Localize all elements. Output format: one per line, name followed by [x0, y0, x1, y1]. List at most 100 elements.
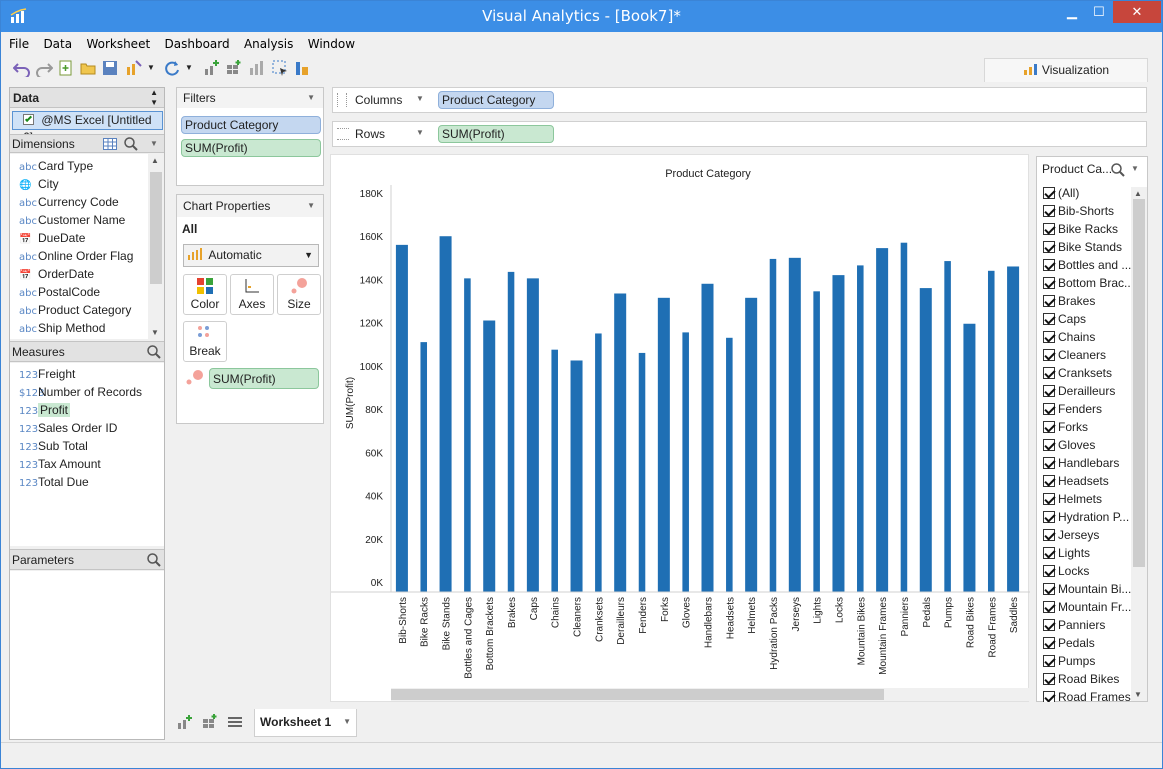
chevron-down-icon[interactable]: ▼	[1134, 690, 1142, 699]
checkbox-icon[interactable]	[1043, 385, 1055, 397]
bar[interactable]	[638, 352, 646, 592]
legend-item[interactable]: Forks	[1043, 418, 1088, 436]
legend-item[interactable]: Road Bikes	[1043, 670, 1119, 688]
bar[interactable]	[701, 283, 714, 592]
scroll-thumb[interactable]	[391, 689, 884, 700]
horizontal-scrollbar[interactable]	[391, 688, 1029, 701]
filter-sum-profit[interactable]: SUM(Profit)	[181, 139, 321, 157]
checkbox-icon[interactable]	[1043, 439, 1055, 451]
checkbox-icon[interactable]	[1043, 421, 1055, 433]
bar[interactable]	[876, 248, 889, 592]
checkbox-icon[interactable]	[1043, 655, 1055, 667]
bar[interactable]	[788, 257, 801, 592]
rows-pill-sum-profit[interactable]: SUM(Profit)	[438, 125, 554, 143]
bar[interactable]	[507, 271, 515, 592]
measure-freight[interactable]: 123Freight	[19, 365, 75, 383]
checkbox-icon[interactable]	[1043, 241, 1055, 253]
save-icon[interactable]	[101, 59, 119, 77]
chevron-down-icon[interactable]: ▼	[416, 128, 424, 137]
dimensions-scrollbar[interactable]: ▲ ▼	[148, 154, 164, 339]
legend-item[interactable]: Pumps	[1043, 652, 1095, 670]
chevron-down-icon[interactable]: ▼	[416, 94, 424, 103]
scroll-thumb[interactable]	[150, 172, 162, 284]
legend-item[interactable]: Headsets	[1043, 472, 1109, 490]
checkbox-icon[interactable]	[1043, 187, 1055, 199]
legend-item[interactable]: Chains	[1043, 328, 1095, 346]
new-icon[interactable]	[57, 59, 75, 77]
swap-axes-icon[interactable]	[293, 59, 311, 77]
search-icon[interactable]	[1110, 162, 1126, 178]
legend-item[interactable]: Helmets	[1043, 490, 1102, 508]
table-icon[interactable]	[103, 138, 117, 150]
checkbox-icon[interactable]	[1043, 691, 1055, 702]
checkbox-icon[interactable]	[1043, 547, 1055, 559]
legend-item[interactable]: Locks	[1043, 562, 1089, 580]
bar[interactable]	[483, 320, 496, 592]
visualization-tab[interactable]: Visualization	[984, 58, 1148, 82]
auto-chart-icon[interactable]	[125, 59, 143, 77]
data-source-item[interactable]: @MS Excel [Untitled 6]	[12, 111, 163, 144]
bar[interactable]	[832, 275, 845, 592]
bar[interactable]	[570, 360, 583, 592]
bar[interactable]	[420, 342, 428, 592]
add-chart-icon[interactable]	[203, 59, 221, 77]
legend-item[interactable]: Mountain Bi...	[1043, 580, 1131, 598]
checkbox-icon[interactable]	[1043, 313, 1055, 325]
legend-item[interactable]: (All)	[1043, 184, 1079, 202]
legend-item[interactable]: Mountain Fr...	[1043, 598, 1131, 616]
bar[interactable]	[726, 337, 733, 592]
checkbox-icon[interactable]	[1043, 205, 1055, 217]
legend-item[interactable]: Hydration P...	[1043, 508, 1129, 526]
undo-icon[interactable]	[13, 59, 31, 77]
menu-data[interactable]: Data	[43, 37, 72, 51]
legend-item[interactable]: Bib-Shorts	[1043, 202, 1114, 220]
checkbox-icon[interactable]	[1043, 529, 1055, 541]
chevron-down-icon[interactable]: ▼	[150, 135, 158, 153]
bar[interactable]	[657, 297, 670, 592]
checkbox-icon[interactable]	[1043, 349, 1055, 361]
bar[interactable]	[963, 323, 976, 592]
checkbox-icon[interactable]	[1043, 565, 1055, 577]
bar[interactable]	[769, 258, 777, 592]
legend-item[interactable]: Jerseys	[1043, 526, 1099, 544]
bar[interactable]	[919, 288, 932, 592]
dimension-city[interactable]: 🌐 City	[19, 175, 59, 193]
legend-item[interactable]: Panniers	[1043, 616, 1105, 634]
sort-icon[interactable]: ▲ ▼	[150, 88, 158, 108]
measure-sub-total[interactable]: 123Sub Total	[19, 437, 88, 455]
filter-product-category[interactable]: Product Category	[181, 116, 321, 134]
bar[interactable]	[1007, 266, 1020, 592]
redo-icon[interactable]	[35, 59, 53, 77]
axes-button[interactable]: Axes	[230, 274, 274, 315]
sheet-list-icon[interactable]	[227, 714, 243, 730]
legend-item[interactable]: Brakes	[1043, 292, 1095, 310]
scroll-thumb[interactable]	[1133, 199, 1145, 567]
bar-chart-icon[interactable]	[247, 59, 265, 77]
chevron-up-icon[interactable]: ▲	[1134, 189, 1142, 198]
checkbox-icon[interactable]	[1043, 619, 1055, 631]
menu-dashboard[interactable]: Dashboard	[165, 37, 230, 51]
add-dashboard-icon[interactable]	[202, 714, 218, 730]
legend-item[interactable]: Bottles and ...	[1043, 256, 1131, 274]
bar[interactable]	[813, 291, 820, 592]
bar[interactable]	[551, 349, 558, 592]
measure-profit[interactable]: 123 Profit	[19, 401, 71, 419]
menu-window[interactable]: Window	[308, 37, 355, 51]
legend-item[interactable]: Lights	[1043, 544, 1090, 562]
chevron-down-icon[interactable]: ▼	[1131, 157, 1139, 181]
legend-item[interactable]: Derailleurs	[1043, 382, 1115, 400]
chevron-down-icon[interactable]: ▼	[185, 59, 203, 77]
menu-file[interactable]: File	[9, 37, 29, 51]
break-button[interactable]: Break	[183, 321, 227, 362]
legend-item[interactable]: Road Frames	[1043, 688, 1131, 702]
menu-worksheet[interactable]: Worksheet	[86, 37, 150, 51]
dimension-currency-code[interactable]: abcCurrency Code	[19, 193, 119, 211]
bar[interactable]	[682, 332, 689, 592]
columns-pill-product-category[interactable]: Product Category	[438, 91, 554, 109]
legend-item[interactable]: Gloves	[1043, 436, 1095, 454]
color-button[interactable]: Color	[183, 274, 227, 315]
bar[interactable]	[987, 270, 995, 592]
bar[interactable]	[464, 278, 471, 592]
bar[interactable]	[900, 242, 908, 592]
measure-total-due[interactable]: 123Total Due	[19, 473, 89, 491]
